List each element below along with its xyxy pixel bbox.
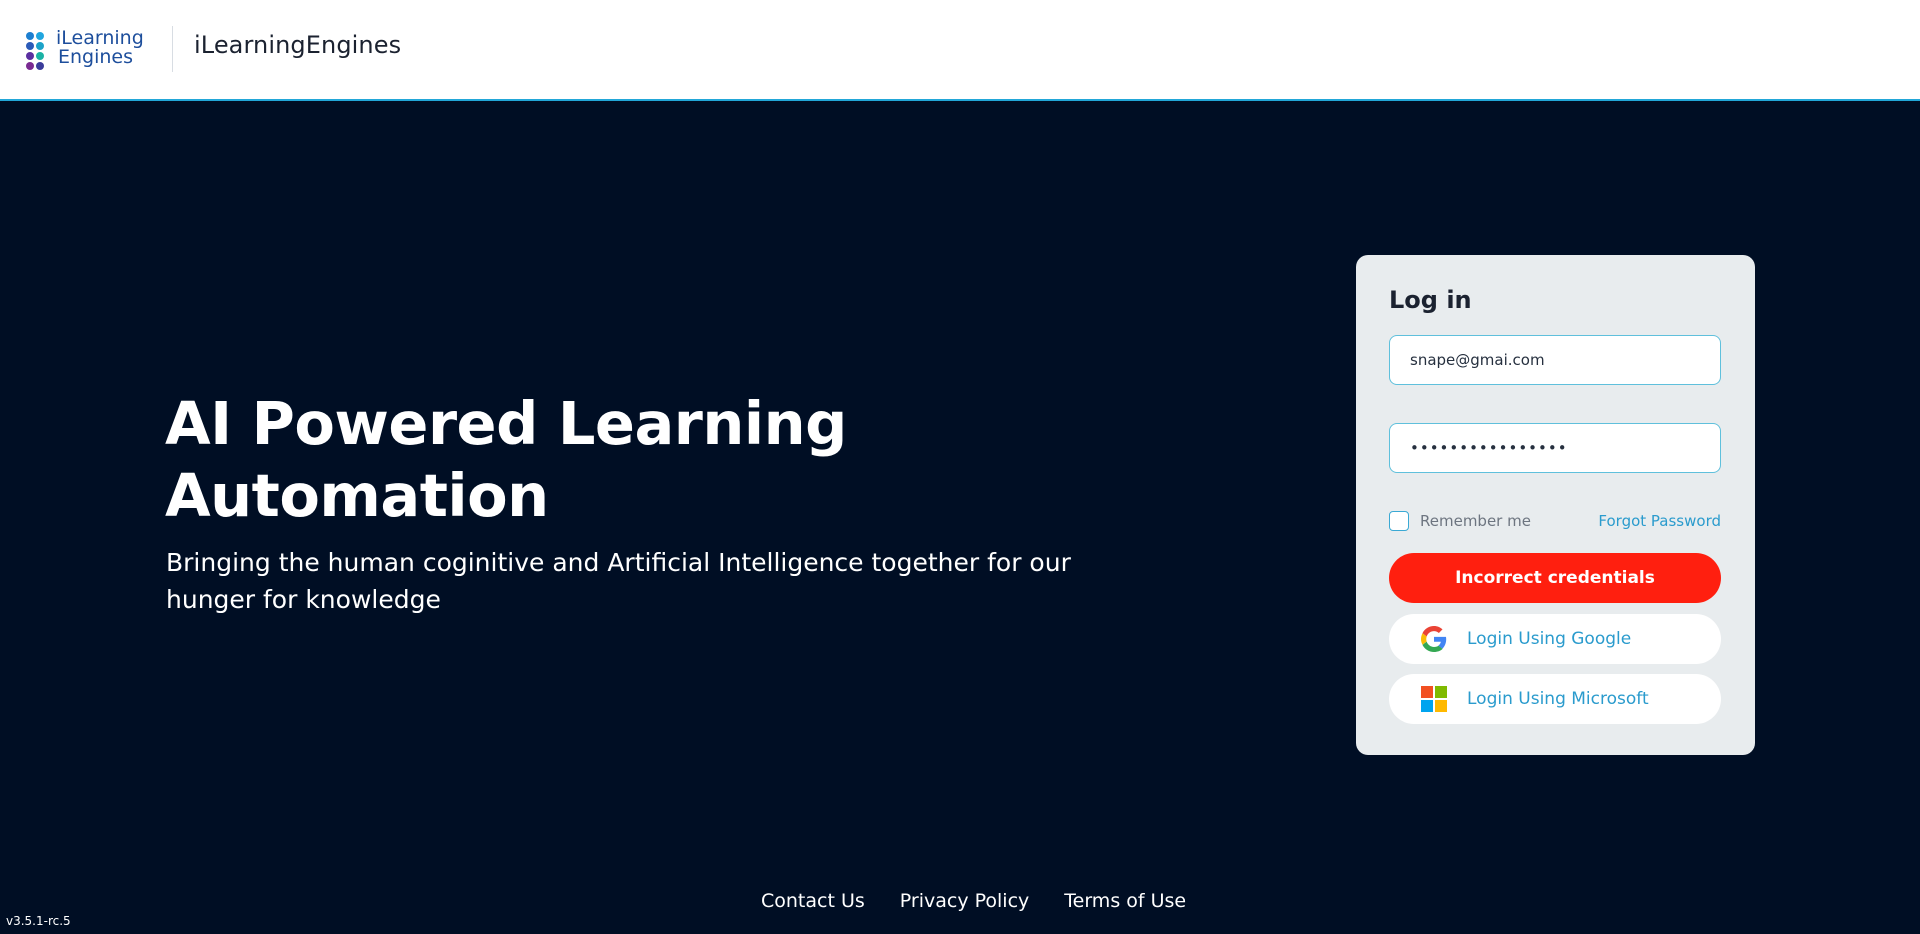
login-google-button[interactable]: Login Using Google <box>1389 614 1721 664</box>
logo-mark-icon <box>26 32 48 70</box>
contact-us-link[interactable]: Contact Us <box>761 890 865 912</box>
remember-me[interactable]: Remember me <box>1389 510 1531 532</box>
terms-of-use-link[interactable]: Terms of Use <box>1064 890 1186 912</box>
privacy-policy-link[interactable]: Privacy Policy <box>900 890 1029 912</box>
login-card: Log in Remember me Forgot Password Incor… <box>1356 255 1755 755</box>
login-microsoft-button[interactable]: Login Using Microsoft <box>1389 674 1721 724</box>
login-submit-button[interactable]: Incorrect credentials <box>1389 553 1721 603</box>
hero-title: AI Powered Learning Automation <box>165 388 1065 532</box>
microsoft-icon <box>1421 686 1447 712</box>
hero-title-line-2: Automation <box>165 461 549 530</box>
hero-subtitle: Bringing the human coginitive and Artifi… <box>166 548 1071 614</box>
remember-me-label: Remember me <box>1420 512 1531 530</box>
header-divider <box>172 26 173 72</box>
google-icon <box>1421 626 1447 652</box>
version-label: v3.5.1-rc.5 <box>6 914 71 928</box>
remember-me-checkbox[interactable] <box>1389 511 1409 531</box>
email-field[interactable] <box>1389 335 1721 385</box>
ilearning-engines-logo[interactable]: iLearning Engines <box>26 29 150 73</box>
login-microsoft-label: Login Using Microsoft <box>1467 689 1649 709</box>
forgot-password-link[interactable]: Forgot Password <box>1598 512 1721 530</box>
logo-wordmark: iLearning Engines <box>56 29 144 67</box>
footer-links: Contact Us Privacy Policy Terms of Use <box>761 890 1186 912</box>
hero-title-line-1: AI Powered Learning <box>165 389 847 458</box>
brand-name: iLearningEngines <box>194 31 402 59</box>
logo-line-2: Engines <box>58 46 134 68</box>
login-title: Log in <box>1389 286 1472 314</box>
password-field[interactable] <box>1389 423 1721 473</box>
login-google-label: Login Using Google <box>1467 629 1632 649</box>
top-bar: iLearning Engines iLearningEngines <box>0 0 1920 101</box>
